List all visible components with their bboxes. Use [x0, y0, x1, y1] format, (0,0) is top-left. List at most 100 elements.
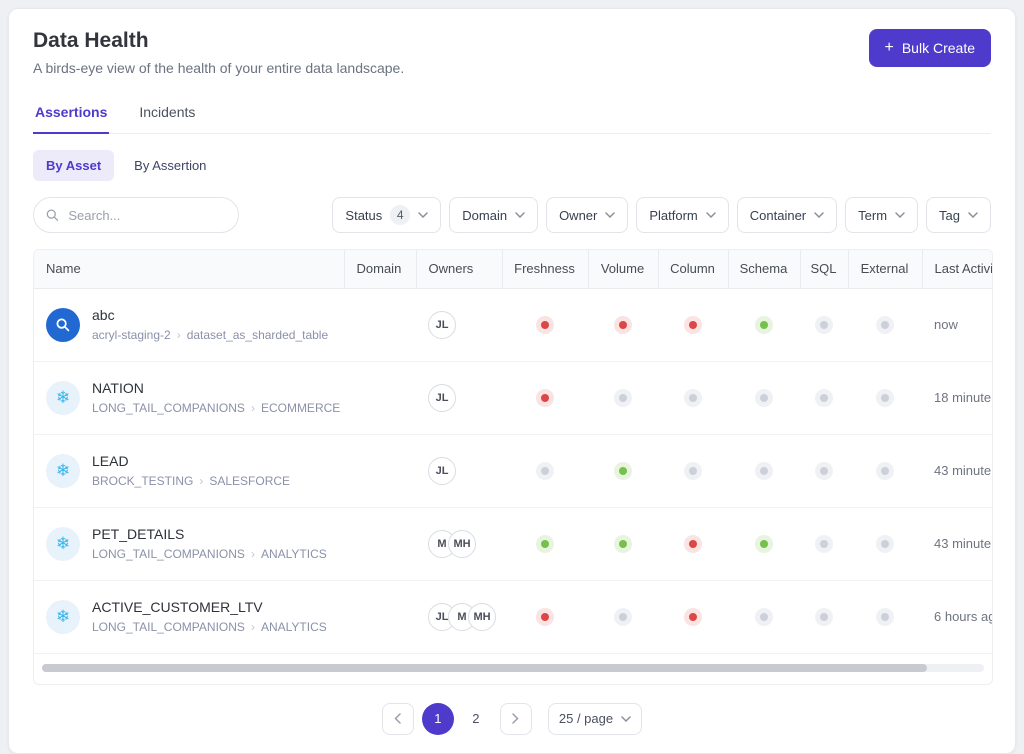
chevron-down-icon	[895, 212, 905, 218]
filter-bar: Status4DomainOwnerPlatformContainerTermT…	[332, 197, 991, 233]
status-cell-column[interactable]	[658, 580, 728, 653]
status-cell-schema[interactable]	[728, 434, 800, 507]
status-cell-external[interactable]	[848, 434, 922, 507]
status-cell-volume[interactable]	[588, 361, 658, 434]
toggle-by-asset[interactable]: By Asset	[33, 150, 114, 181]
status-cell-column[interactable]	[658, 507, 728, 580]
table-row[interactable]: ❄ ACTIVE_CUSTOMER_LTV LONG_TAIL_COMPANIONS…	[34, 580, 993, 653]
status-cell-schema[interactable]	[728, 580, 800, 653]
status-cell-external[interactable]	[848, 288, 922, 361]
asset-name[interactable]: LEAD	[92, 453, 290, 469]
status-cell-volume[interactable]	[588, 288, 658, 361]
owner-avatar[interactable]: JL	[428, 384, 456, 412]
status-cell-freshness[interactable]	[502, 580, 588, 653]
path-segment[interactable]: acryl-staging-2	[92, 328, 171, 342]
page-size-dropdown[interactable]: 25 / page	[548, 703, 642, 735]
status-cell-column[interactable]	[658, 288, 728, 361]
asset-cell: ❄NATIONLONG_TAIL_COMPANIONS›ECOMMERCE	[34, 380, 344, 415]
next-page-button[interactable]	[500, 703, 532, 735]
path-segment[interactable]: ECOMMERCE	[261, 401, 340, 415]
asset-path: BROCK_TESTING›SALESFORCE	[92, 474, 290, 488]
table-body: abc acryl-staging-2 › dataset_as_sharded_ta…	[34, 288, 993, 653]
status-cell-external[interactable]	[848, 580, 922, 653]
snowflake-icon: ❄	[46, 600, 80, 634]
tab-incidents[interactable]: Incidents	[137, 94, 197, 133]
filter-domain-dropdown[interactable]: Domain	[449, 197, 538, 233]
status-dot-gray	[614, 389, 632, 407]
table-row[interactable]: ❄NATIONLONG_TAIL_COMPANIONS›ECOMMERCEJL1…	[34, 361, 993, 434]
status-cell-sql[interactable]	[800, 434, 848, 507]
owner-avatar[interactable]: MH	[468, 603, 496, 631]
path-separator-icon: ›	[177, 328, 181, 342]
path-segment[interactable]: LONG_TAIL_COMPANIONS	[92, 620, 245, 634]
owners-cell: JL	[416, 457, 502, 485]
search-box[interactable]	[33, 197, 239, 233]
filter-status-dropdown[interactable]: Status4	[332, 197, 441, 233]
status-cell-external[interactable]	[848, 361, 922, 434]
chevron-down-icon	[418, 212, 428, 218]
horizontal-scrollbar-track	[42, 664, 984, 672]
domain-cell	[344, 361, 416, 434]
path-segment[interactable]: LONG_TAIL_COMPANIONS	[92, 547, 245, 561]
status-cell-freshness[interactable]	[502, 361, 588, 434]
asset-name[interactable]: abc	[92, 307, 328, 323]
status-cell-freshness[interactable]	[502, 507, 588, 580]
path-segment[interactable]: SALESFORCE	[209, 474, 290, 488]
table-row[interactable]: ❄LEADBROCK_TESTING›SALESFORCEJL43 minute	[34, 434, 993, 507]
status-cell-sql[interactable]	[800, 580, 848, 653]
status-cell-volume[interactable]	[588, 580, 658, 653]
filter-tag-dropdown[interactable]: Tag	[926, 197, 991, 233]
last-activity-cell: 18 minute	[922, 361, 993, 434]
owner-avatar[interactable]: MH	[448, 530, 476, 558]
status-dot-gray	[536, 462, 554, 480]
bulk-create-button[interactable]: + Bulk Create	[869, 29, 992, 67]
status-dot-gray	[755, 389, 773, 407]
search-input[interactable]	[66, 207, 226, 224]
path-segment[interactable]: dataset_as_sharded_table	[187, 328, 328, 342]
path-segment[interactable]: ANALYTICS	[261, 620, 327, 634]
pagination-pages: 12	[422, 703, 492, 735]
status-cell-sql[interactable]	[800, 361, 848, 434]
column-header-freshness: Freshness	[502, 250, 588, 288]
status-cell-sql[interactable]	[800, 288, 848, 361]
page-size-label: 25 / page	[559, 711, 613, 726]
status-dot-gray	[684, 389, 702, 407]
filter-owner-dropdown[interactable]: Owner	[546, 197, 628, 233]
assets-table: NameDomainOwnersFreshnessVolumeColumnSch…	[34, 250, 993, 654]
assets-table-wrapper: NameDomainOwnersFreshnessVolumeColumnSch…	[33, 249, 993, 685]
path-segment[interactable]: ANALYTICS	[261, 547, 327, 561]
table-row[interactable]: ❄PET_DETAILSLONG_TAIL_COMPANIONS›ANALYTI…	[34, 507, 993, 580]
status-dot-green	[536, 535, 554, 553]
status-cell-volume[interactable]	[588, 434, 658, 507]
owner-avatar[interactable]: JL	[428, 311, 456, 339]
tab-assertions[interactable]: Assertions	[33, 94, 109, 134]
path-segment[interactable]: BROCK_TESTING	[92, 474, 193, 488]
status-cell-schema[interactable]	[728, 507, 800, 580]
status-cell-column[interactable]	[658, 434, 728, 507]
owner-avatar[interactable]: JL	[428, 457, 456, 485]
asset-name[interactable]: ACTIVE_CUSTOMER_LTV	[92, 599, 327, 615]
page-button-1[interactable]: 1	[422, 703, 454, 735]
status-cell-schema[interactable]	[728, 361, 800, 434]
status-cell-sql[interactable]	[800, 507, 848, 580]
status-cell-freshness[interactable]	[502, 288, 588, 361]
status-cell-volume[interactable]	[588, 507, 658, 580]
status-cell-freshness[interactable]	[502, 434, 588, 507]
table-row[interactable]: abc acryl-staging-2 › dataset_as_sharded_ta…	[34, 288, 993, 361]
page-subtitle: A birds-eye view of the health of your e…	[33, 60, 404, 76]
previous-page-button[interactable]	[382, 703, 414, 735]
horizontal-scrollbar-thumb[interactable]	[42, 664, 927, 672]
filter-term-dropdown[interactable]: Term	[845, 197, 918, 233]
asset-name[interactable]: NATION	[92, 380, 340, 396]
filter-platform-dropdown[interactable]: Platform	[636, 197, 728, 233]
filter-container-dropdown[interactable]: Container	[737, 197, 837, 233]
asset-name[interactable]: PET_DETAILS	[92, 526, 327, 542]
status-cell-column[interactable]	[658, 361, 728, 434]
toggle-by-assertion[interactable]: By Assertion	[124, 150, 216, 181]
status-dot-red	[614, 316, 632, 334]
page-button-2[interactable]: 2	[460, 703, 492, 735]
page-background: Data Health A birds-eye view of the heal…	[0, 0, 1024, 728]
status-cell-schema[interactable]	[728, 288, 800, 361]
path-segment[interactable]: LONG_TAIL_COMPANIONS	[92, 401, 245, 415]
status-cell-external[interactable]	[848, 507, 922, 580]
